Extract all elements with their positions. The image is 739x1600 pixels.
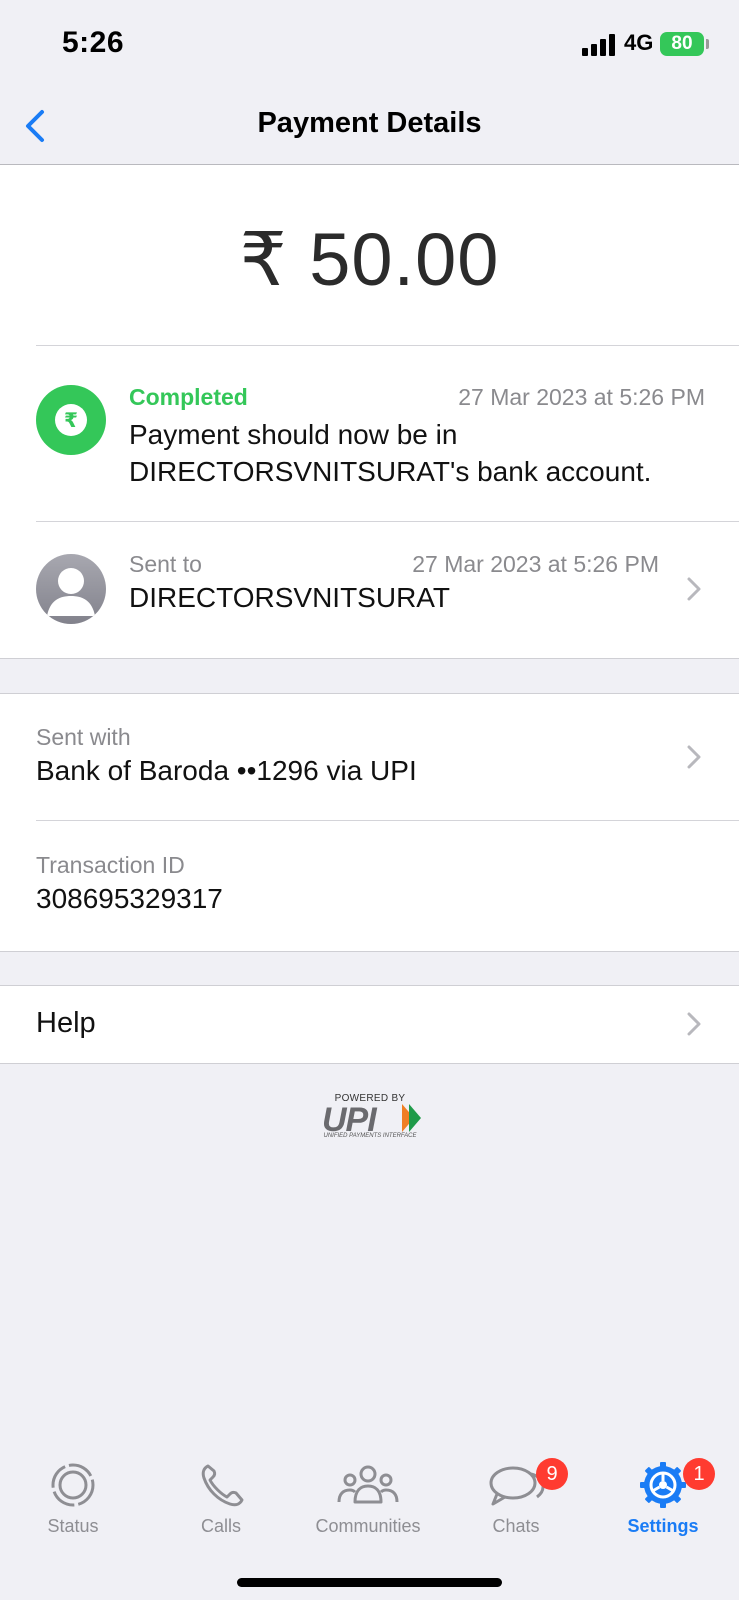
sent-with-label: Sent with [36,724,131,750]
status-icon [51,1463,95,1507]
sent-to-label: Sent to [129,551,202,577]
settings-badge: 1 [683,1458,715,1490]
payment-summary-card: ₹ 50.00 ₹ Completed 27 Mar 2023 at 5:26 … [0,165,739,659]
upi-logo: POWERED BY UPI UNIFIED PAYMENTS INTERFAC… [318,1093,422,1143]
tab-calls[interactable]: Calls [161,1448,281,1544]
person-icon [47,568,95,616]
signal-icon [582,34,615,56]
help-row[interactable]: Help [0,985,739,1064]
battery-level: 80 [671,33,693,54]
tab-settings[interactable]: Settings 1 [603,1448,723,1544]
gear-icon [640,1462,686,1508]
tab-communities-label: Communities [315,1516,421,1536]
tab-calls-label: Calls [200,1516,241,1536]
payment-amount: ₹ 50.00 [239,218,500,301]
recipient-name: DIRECTORSVNITSURAT [129,582,450,613]
transaction-id-value: 308695329317 [36,883,223,914]
chevron-right-icon [687,745,701,769]
sent-with-row[interactable]: Sent with Bank of Baroda ••1296 via UPI [0,694,739,820]
tab-communities[interactable]: Communities [308,1448,428,1544]
tab-chats-label: Chats [492,1516,540,1536]
recipient-row[interactable]: Sent to 27 Mar 2023 at 5:26 PM DIRECTORS… [0,522,739,657]
avatar [36,554,106,624]
payment-status-message: Payment should now be in DIRECTORSVNITSU… [129,419,652,487]
sent-to-time: 27 Mar 2023 at 5:26 PM [412,551,659,577]
payment-status-time: 27 Mar 2023 at 5:26 PM [458,384,705,410]
divider [36,820,739,821]
status-time: 5:26 [62,26,125,59]
help-label: Help [36,1007,96,1039]
chevron-right-icon [687,1012,701,1036]
payment-details-card: Sent with Bank of Baroda ••1296 via UPI … [0,693,739,952]
chats-unread-badge: 9 [536,1458,568,1490]
tab-chats[interactable]: Chats 9 [456,1448,576,1544]
navigation-bar: Payment Details [0,90,739,165]
network-type: 4G [624,30,654,55]
battery-cap [706,39,709,49]
divider [36,345,739,346]
transaction-id-label: Transaction ID [36,852,185,878]
tab-status[interactable]: Status [13,1448,133,1544]
payment-status-icon: ₹ [36,385,106,455]
rupee-icon: ₹ [55,404,87,436]
tab-status-label: Status [47,1516,99,1536]
tab-settings-label: Settings [627,1516,699,1536]
upi-subtitle: UNIFIED PAYMENTS INTERFACE [323,1133,417,1139]
page-title: Payment Details [257,107,482,139]
payment-status-label: Completed [129,384,248,410]
home-indicator [237,1578,502,1587]
sent-with-value: Bank of Baroda ••1296 via UPI [36,755,417,786]
status-bar: 5:26 4G 80 [0,0,739,90]
chevron-right-icon [687,577,701,601]
phone-icon [201,1464,244,1507]
communities-icon [337,1465,399,1504]
upi-arrow-icon [402,1104,421,1132]
battery-icon: 80 [660,32,704,56]
